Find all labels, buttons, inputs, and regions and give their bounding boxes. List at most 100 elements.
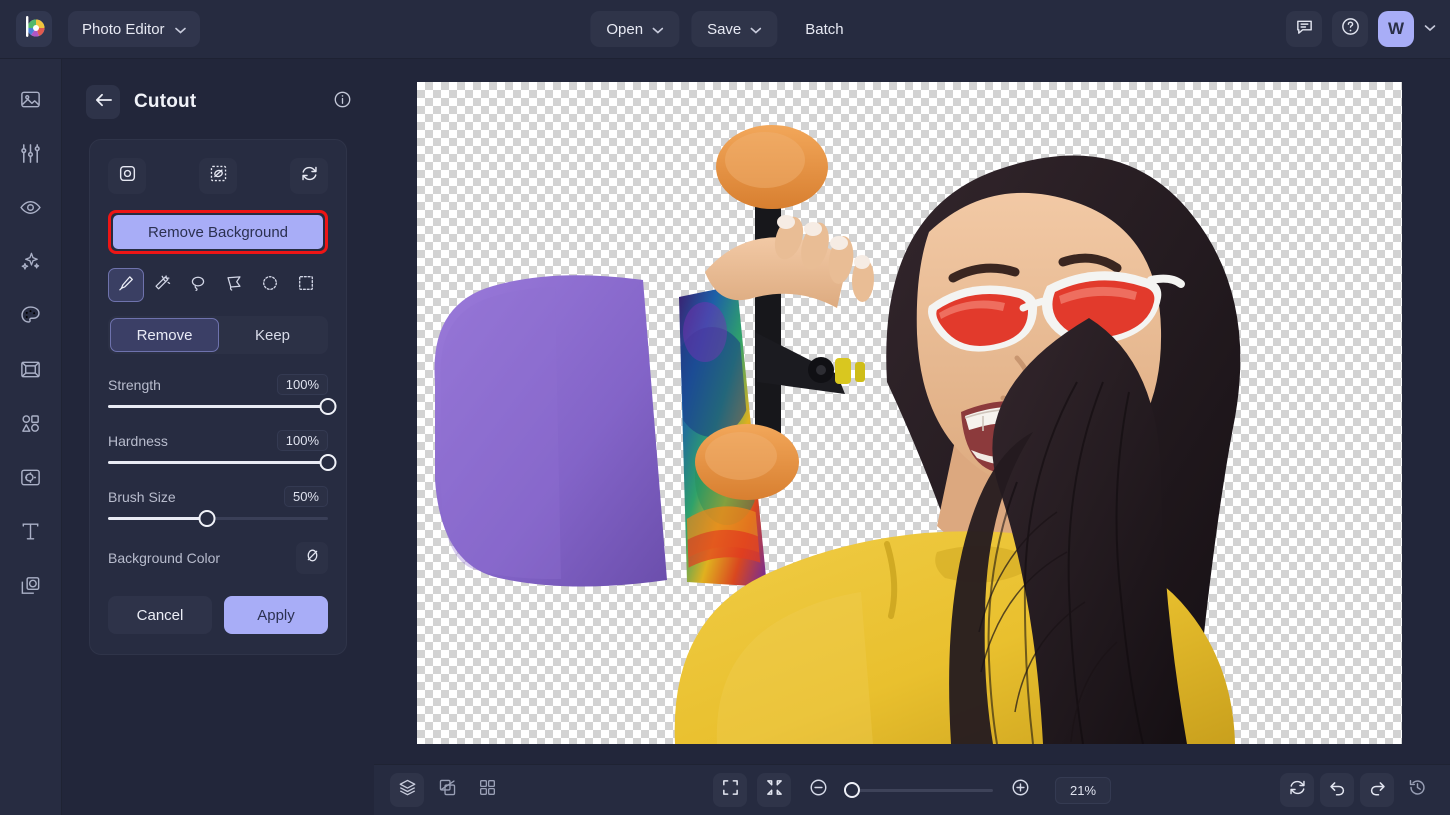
cutout-controls-card: Remove Background [89, 139, 347, 655]
mask-button[interactable] [430, 773, 464, 807]
save-label: Save [707, 21, 741, 38]
hardness-row: Hardness 100% [108, 430, 328, 451]
sidebar-item-text[interactable] [13, 513, 49, 549]
bottom-toolbar: 21% [374, 764, 1450, 815]
app-menu-button[interactable]: Photo Editor [68, 11, 200, 47]
history-button[interactable] [1400, 773, 1434, 807]
left-tool-rail [0, 59, 62, 815]
no-color-icon [304, 547, 321, 569]
zoom-slider[interactable] [845, 789, 993, 792]
hardness-knob[interactable] [320, 454, 337, 471]
chevron-down-icon [175, 21, 186, 38]
hardness-slider[interactable] [108, 461, 328, 464]
help-button[interactable] [1332, 11, 1368, 47]
sidebar-item-effects[interactable] [13, 243, 49, 279]
question-circle-icon [1340, 16, 1361, 42]
background-color-row: Background Color [108, 542, 328, 574]
brush-size-row: Brush Size 50% [108, 486, 328, 507]
refresh-cutout-button[interactable] [290, 158, 328, 194]
lasso-tool[interactable] [180, 268, 216, 302]
image-canvas[interactable] [417, 82, 1402, 744]
hardness-value: 100% [277, 430, 328, 451]
remove-mode-button[interactable]: Remove [110, 318, 219, 352]
back-button[interactable] [86, 85, 120, 119]
keep-mode-button[interactable]: Keep [219, 318, 326, 352]
brush-size-label: Brush Size [108, 489, 176, 505]
chevron-down-icon [652, 21, 663, 38]
undo-button[interactable] [1320, 773, 1354, 807]
strength-fill [108, 405, 328, 408]
brand-logo-icon [22, 14, 47, 44]
strength-knob[interactable] [320, 398, 337, 415]
history-icon [1408, 778, 1427, 802]
background-color-label: Background Color [108, 550, 220, 566]
hardness-label: Hardness [108, 433, 168, 449]
brush-size-knob[interactable] [199, 510, 216, 527]
undo-icon [1328, 778, 1347, 802]
user-avatar[interactable]: W [1378, 11, 1414, 47]
remove-background-highlight: Remove Background [108, 210, 328, 254]
open-button[interactable]: Open [590, 11, 679, 47]
apply-button[interactable]: Apply [224, 596, 328, 634]
zoom-out-button[interactable] [801, 773, 835, 807]
brush-size-slider[interactable] [108, 517, 328, 520]
ellipse-select-tool[interactable] [252, 268, 288, 302]
account-chevron-down-icon[interactable] [1424, 23, 1436, 35]
brand-logo-button[interactable] [16, 11, 52, 47]
brush-size-fill [108, 517, 207, 520]
feedback-button[interactable] [1286, 11, 1322, 47]
actual-size-button[interactable] [757, 773, 791, 807]
cutout-subject-artwork [417, 82, 1402, 744]
batch-button[interactable]: Batch [789, 11, 859, 47]
avatar-initial: W [1388, 19, 1404, 39]
polygon-lasso-tool[interactable] [216, 268, 252, 302]
account-group: W [1286, 11, 1436, 47]
app-menu-label: Photo Editor [82, 21, 165, 38]
lasso-icon [189, 274, 207, 297]
selection-tools-row [108, 268, 328, 302]
strength-slider[interactable] [108, 405, 328, 408]
view-tools-group [390, 773, 504, 807]
transparent-bg-button[interactable] [199, 158, 237, 194]
batch-label: Batch [805, 21, 843, 38]
shrink-icon [764, 778, 783, 802]
remove-background-button[interactable]: Remove Background [113, 215, 323, 249]
fit-screen-button[interactable] [713, 773, 747, 807]
sidebar-item-image[interactable] [13, 81, 49, 117]
comment-icon [1295, 17, 1314, 41]
save-button[interactable]: Save [691, 11, 777, 47]
sidebar-item-adjust[interactable] [13, 135, 49, 171]
strength-label: Strength [108, 377, 161, 393]
info-circle-icon[interactable] [333, 90, 352, 114]
zoom-in-button[interactable] [1003, 773, 1037, 807]
cancel-button[interactable]: Cancel [108, 596, 212, 634]
background-color-swatch[interactable] [296, 542, 328, 574]
sidebar-item-cutout[interactable] [13, 459, 49, 495]
zoom-slider-knob[interactable] [844, 782, 860, 798]
strength-value: 100% [277, 374, 328, 395]
hardness-fill [108, 461, 328, 464]
sidebar-item-color[interactable] [13, 297, 49, 333]
zoom-level-value[interactable]: 21% [1055, 777, 1111, 804]
layers-button[interactable] [390, 773, 424, 807]
history-controls [1280, 773, 1434, 807]
subject-icon [118, 164, 137, 188]
sidebar-item-retouch[interactable] [13, 189, 49, 225]
sidebar-item-layers[interactable] [13, 567, 49, 603]
brush-tool[interactable] [108, 268, 144, 302]
refresh-icon [300, 164, 319, 188]
reset-button[interactable] [1280, 773, 1314, 807]
subject-select-button[interactable] [108, 158, 146, 194]
arrow-left-icon [94, 92, 113, 113]
sidebar-item-shapes[interactable] [13, 405, 49, 441]
grid-button[interactable] [470, 773, 504, 807]
magic-wand-icon [153, 274, 171, 297]
cutout-mode-row [108, 158, 328, 194]
rect-select-tool[interactable] [288, 268, 324, 302]
top-toolbar: Photo Editor Open Save Batch [0, 0, 1450, 59]
magic-wand-tool[interactable] [144, 268, 180, 302]
fit-screen-icon [720, 778, 739, 802]
chevron-down-icon [750, 21, 761, 38]
redo-button[interactable] [1360, 773, 1394, 807]
sidebar-item-frame[interactable] [13, 351, 49, 387]
